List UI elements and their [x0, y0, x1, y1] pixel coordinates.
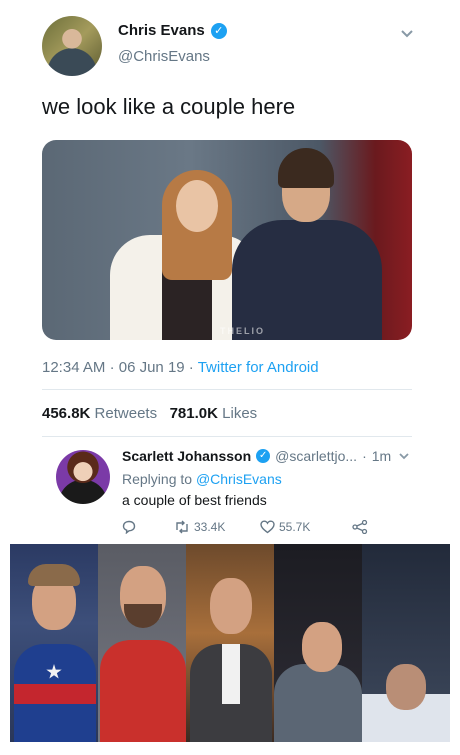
reply-age[interactable]: 1m: [372, 448, 391, 464]
reaction-image-strip: [10, 544, 450, 742]
tweet-date[interactable]: 06 Jun 19: [119, 359, 185, 376]
heart-icon: [260, 520, 275, 534]
reply-button[interactable]: [122, 520, 136, 534]
reply-author-name[interactable]: Scarlett Johansson: [122, 448, 251, 464]
replying-prefix: Replying to: [122, 471, 193, 487]
reaction-panel-2: [98, 544, 186, 742]
author-name-row: Chris Evans ✓: [118, 22, 227, 39]
reply-author-avatar[interactable]: [56, 450, 110, 504]
photo-figure-left-face: [176, 180, 218, 232]
reaction-panel-3: [186, 544, 274, 742]
replying-to: Replying to @ChrisEvans: [122, 471, 282, 487]
retweet-icon: [174, 520, 190, 534]
tweet-meta: 12:34 AM · 06 Jun 19 · Twitter for Andro…: [42, 359, 319, 376]
like-button[interactable]: 55.7K: [260, 520, 310, 534]
panel-figure-head: [386, 664, 426, 710]
retweet-count: 33.4K: [194, 520, 226, 534]
main-tweet: Chris Evans ✓ @ChrisEvans we look like a…: [0, 0, 460, 440]
author-name[interactable]: Chris Evans: [118, 22, 205, 39]
likes-count: 781.0K: [169, 405, 218, 422]
panel-figure-beard: [124, 604, 162, 628]
share-button[interactable]: [352, 520, 368, 534]
reply-icon: [122, 520, 136, 534]
reply-separator: ·: [362, 448, 367, 464]
panel-figure-shirt: [222, 644, 240, 704]
likes-stat[interactable]: 781.0K Likes: [170, 405, 258, 422]
divider: [42, 389, 412, 390]
panel-figure-stripe: [14, 684, 96, 704]
photo-figure-right: [232, 220, 382, 340]
like-count: 55.7K: [279, 520, 311, 534]
share-icon: [352, 520, 368, 534]
author-handle[interactable]: @ChrisEvans: [118, 48, 210, 65]
tweet-time[interactable]: 12:34 AM: [42, 359, 105, 376]
retweets-stat[interactable]: 456.8K Retweets: [42, 405, 157, 422]
chevron-down-icon[interactable]: [398, 452, 410, 464]
verified-badge-icon: ✓: [210, 22, 227, 39]
retweets-count: 456.8K: [42, 405, 91, 422]
divider: [42, 436, 412, 437]
verified-badge-icon: ✓: [256, 449, 271, 463]
retweet-button[interactable]: 33.4K: [174, 520, 225, 534]
meta-separator: ·: [109, 359, 115, 376]
photo-figure-right-hair: [278, 148, 334, 188]
retweets-label: Retweets: [94, 405, 158, 422]
likes-label: Likes: [222, 405, 258, 422]
panel-figure-head: [302, 622, 342, 672]
tweet-photo[interactable]: THELIO: [42, 140, 412, 340]
tweet-client[interactable]: Twitter for Android: [198, 359, 319, 376]
reply-actions: 33.4K 55.7K: [122, 520, 382, 538]
tweet-text: we look like a couple here: [42, 94, 296, 119]
photo-watermark: THELIO: [220, 326, 265, 336]
panel-figure-body: [100, 640, 186, 742]
panel-figure-hair: [28, 564, 80, 586]
reply-text: a couple of best friends: [122, 492, 267, 508]
reaction-panel-5: [362, 544, 450, 742]
replying-to-handle[interactable]: @ChrisEvans: [196, 471, 282, 487]
tweet-stats: 456.8K Retweets 781.0K Likes: [42, 405, 257, 422]
panel-figure-head: [210, 578, 252, 634]
reaction-panel-4: [274, 544, 362, 742]
reaction-panel-1: [10, 544, 98, 742]
reply-header: Scarlett Johansson ✓ @scarlettjo... · 1m: [122, 448, 391, 464]
meta-separator: ·: [188, 359, 194, 376]
chevron-down-icon[interactable]: [400, 28, 414, 42]
panel-figure-body: [274, 664, 362, 742]
author-avatar[interactable]: [42, 16, 102, 76]
reply-author-handle[interactable]: @scarlettjo...: [275, 448, 357, 464]
